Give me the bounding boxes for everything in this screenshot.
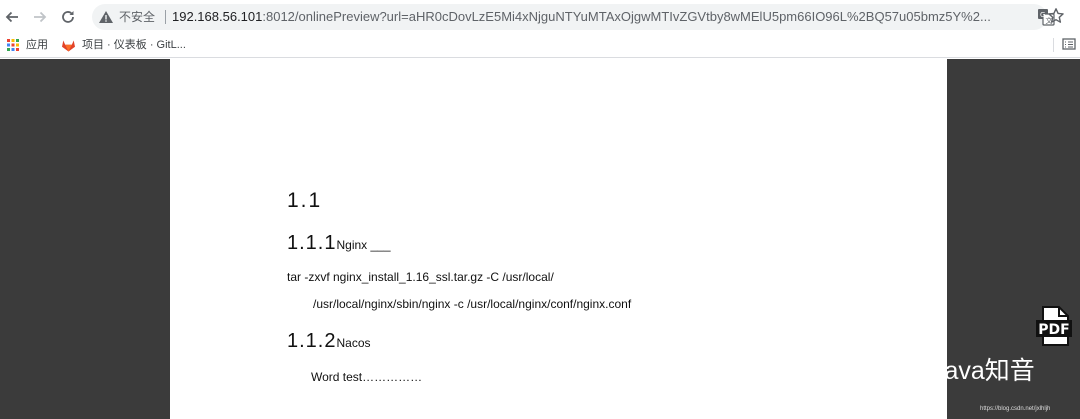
watermark-url: https://blog.csdn.net/jxlhljh	[980, 406, 1051, 412]
bookmark-gitlab[interactable]: 项目 · 仪表板 · GitL...	[61, 37, 186, 53]
forward-button[interactable]	[29, 6, 51, 28]
pdf-file-icon: PDF	[1036, 306, 1072, 346]
bookmarks-bar: 应用 项目 · 仪表板 · GitL...	[0, 33, 1080, 58]
url-path: :8012/onlinePreview?url=aHR0cDovLzE5Mi4x…	[262, 9, 991, 24]
bookmark-star-icon[interactable]	[1047, 7, 1065, 25]
bookmark-apps[interactable]: 应用	[6, 37, 48, 53]
browser-toolbar: 不安全 192.168.56.101:8012/onlinePreview?ur…	[0, 0, 1080, 33]
section-title: Nginx ___	[336, 238, 391, 252]
warning-icon	[99, 11, 113, 23]
wechat-logo-icon	[882, 355, 923, 390]
bookmark-gitlab-label: 项目 · 仪表板 · GitL...	[82, 39, 186, 51]
url-host: 192.168.56.101	[172, 9, 263, 24]
omnibox-divider	[165, 10, 166, 24]
wechat-watermark: Java知音	[880, 352, 1035, 390]
gitlab-icon	[62, 40, 75, 52]
reload-icon	[62, 11, 74, 23]
address-bar[interactable]: 不安全 192.168.56.101:8012/onlinePreview?ur…	[92, 4, 1055, 30]
command-line-2: /usr/local/nginx/sbin/nginx -c /usr/loca…	[313, 297, 632, 311]
section-heading-nacos: 1.1.2Nacos	[287, 329, 371, 355]
pdf-button[interactable]: PDF	[1034, 305, 1074, 352]
watermark-name: Java知音	[932, 357, 1035, 385]
document-page: 1.1 1.1.1Nginx ___ tar -zxvf nginx_insta…	[170, 59, 947, 419]
apps-grid-icon	[7, 39, 19, 51]
bookmark-apps-label: 应用	[26, 39, 48, 51]
word-test-line: Word test……………	[311, 370, 423, 384]
section-heading-nginx: 1.1.1Nginx ___	[287, 231, 391, 257]
section-number: 1.1.1	[287, 232, 337, 254]
url-text[interactable]: 192.168.56.101:8012/onlinePreview?url=aH…	[172, 9, 1012, 25]
back-arrow-icon	[5, 11, 18, 23]
reading-list-icon[interactable]	[1062, 37, 1076, 51]
command-line-1: tar -zxvf nginx_install_1.16_ssl.tar.gz …	[287, 270, 554, 284]
security-label[interactable]: 不安全	[119, 9, 155, 25]
forward-arrow-icon	[34, 11, 47, 23]
section-number: 1.1.2	[287, 330, 337, 352]
section-title: Nacos	[336, 336, 371, 350]
heading-1: 1.1	[287, 189, 323, 212]
pdf-button-label: PDF	[1038, 322, 1069, 338]
bookmarks-divider	[1053, 38, 1054, 52]
reload-button[interactable]	[57, 6, 79, 28]
back-button[interactable]	[1, 6, 23, 28]
